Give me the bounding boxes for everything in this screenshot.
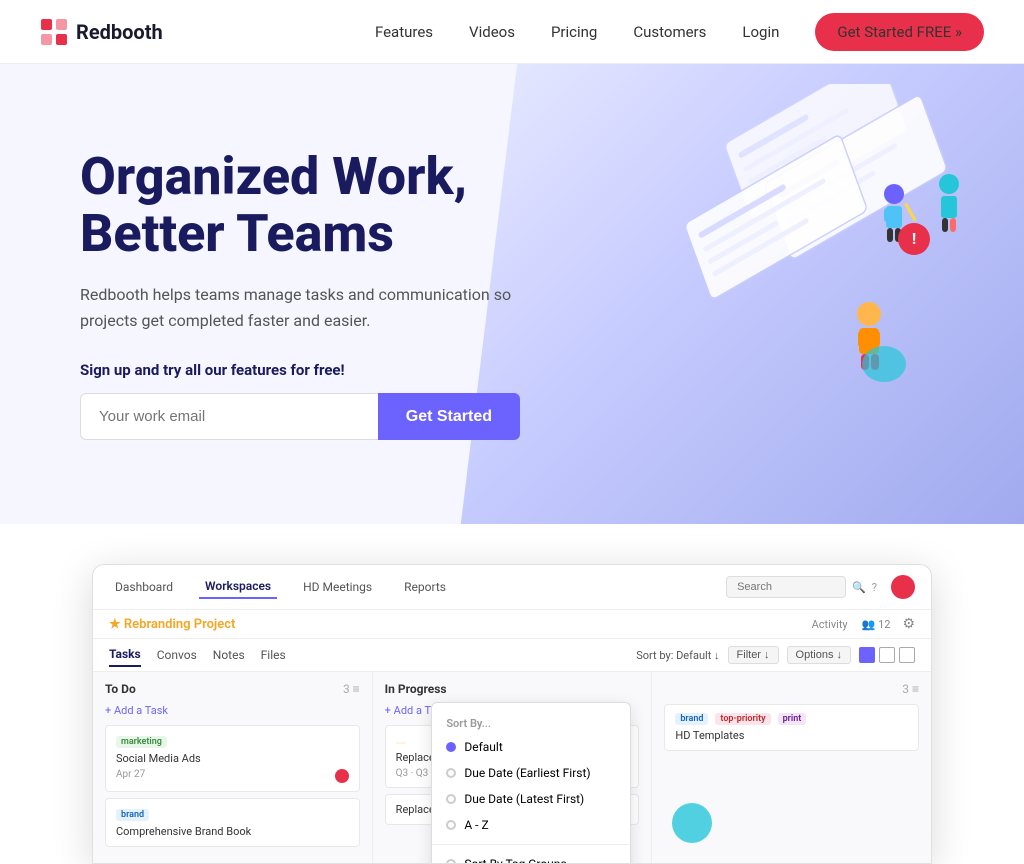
project-subbar: ★ Rebranding Project Activity 👥 12 ⚙ — [93, 610, 931, 639]
sort-filter-bar: Sort by: Default ↓ Filter ↓ Options ↓ — [636, 646, 915, 664]
hero-title: Organized Work, Better Teams — [80, 148, 540, 262]
hero-signup-label: Sign up and try all our features for fre… — [80, 361, 540, 379]
svg-text:!: ! — [912, 229, 916, 248]
nav-login[interactable]: Login — [742, 23, 779, 41]
task-columns: To Do 3 ≡ + Add a Task marketing Social … — [93, 672, 931, 863]
task-hd-templates[interactable]: brand top-priority print HD Templates — [664, 704, 919, 751]
tag-top-priority: top-priority — [715, 713, 770, 725]
tag-orange — [396, 742, 406, 744]
radio-latest — [446, 794, 456, 804]
view-toggle — [859, 647, 915, 663]
nav-links: Features Videos Pricing Customers Login … — [375, 13, 984, 51]
app-nav-reports[interactable]: Reports — [398, 576, 452, 598]
teal-blob-decoration — [672, 803, 712, 843]
settings-icon[interactable]: ⚙ — [902, 616, 915, 632]
done-header: 3 ≡ — [664, 682, 919, 696]
tag-print: print — [778, 713, 807, 725]
dropdown-item-az[interactable]: A - Z — [432, 812, 630, 838]
app-topbar: Dashboard Workspaces HD Meetings Reports… — [93, 565, 931, 610]
todo-add-task[interactable]: + Add a Task — [105, 704, 360, 717]
sort-dropdown: Sort By... Default Due Date (Earliest Fi… — [431, 702, 631, 864]
app-screenshot: Dashboard Workspaces HD Meetings Reports… — [92, 564, 932, 864]
app-nav-dashboard[interactable]: Dashboard — [109, 576, 179, 598]
dropdown-header: Sort By... — [432, 713, 630, 734]
user-avatar[interactable] — [891, 575, 915, 599]
assignee-dot — [335, 769, 349, 783]
members-count: 👥 12 — [862, 618, 891, 631]
navbar: Redbooth Features Videos Pricing Custome… — [0, 0, 1024, 64]
radio-earliest — [446, 768, 456, 778]
task-meta: Apr 27 — [116, 769, 349, 783]
inprogress-header: In Progress — [385, 682, 640, 696]
hero-subtitle: Redbooth helps teams manage tasks and co… — [80, 282, 530, 333]
nav-features[interactable]: Features — [375, 23, 433, 41]
app-nav-workspaces[interactable]: Workspaces — [199, 575, 277, 599]
redbooth-logo-icon — [40, 18, 68, 46]
activity-label: Activity — [812, 618, 848, 631]
radio-tag-groups — [446, 859, 456, 864]
task-social-media-ads[interactable]: marketing Social Media Ads Apr 27 — [105, 725, 360, 792]
logo-text: Redbooth — [76, 20, 163, 44]
todo-column: To Do 3 ≡ + Add a Task marketing Social … — [93, 672, 373, 863]
grid-view-icon[interactable] — [859, 647, 875, 663]
app-search-input[interactable] — [726, 576, 846, 598]
nav-pricing[interactable]: Pricing — [551, 23, 597, 41]
todo-header: To Do 3 ≡ — [105, 682, 360, 696]
timeline-view-icon[interactable] — [899, 647, 915, 663]
options-button[interactable]: Options ↓ — [787, 646, 851, 664]
list-view-icon[interactable] — [879, 647, 895, 663]
dropdown-item-latest[interactable]: Due Date (Latest First) — [432, 786, 630, 812]
dropdown-divider — [432, 844, 630, 845]
filter-button[interactable]: Filter ↓ — [728, 646, 779, 664]
hero-illustration: ! — [584, 84, 1004, 504]
logo[interactable]: Redbooth — [40, 18, 163, 46]
dropdown-item-default[interactable]: Default — [432, 734, 630, 760]
dropdown-item-earliest[interactable]: Due Date (Earliest First) — [432, 760, 630, 786]
done-column: 3 ≡ brand top-priority print HD Template… — [652, 672, 931, 863]
nav-cta-button[interactable]: Get Started FREE » — [815, 13, 984, 51]
app-tabs-bar: Tasks Convos Notes Files Sort by: Defaul… — [93, 639, 931, 672]
get-started-button[interactable]: Get Started — [378, 393, 520, 440]
search-icon: 🔍 — [852, 581, 866, 594]
help-icon: ? — [872, 581, 877, 594]
nav-customers[interactable]: Customers — [633, 23, 706, 41]
tag-brand-2: brand — [675, 713, 708, 725]
hero-form: Get Started — [80, 393, 520, 440]
radio-az — [446, 820, 456, 830]
tab-tasks[interactable]: Tasks — [109, 643, 141, 667]
hero-section: ! Organized Work, Better Tea — [0, 64, 1024, 524]
radio-default — [446, 742, 456, 752]
sort-label[interactable]: Sort by: Default ↓ — [636, 649, 719, 662]
tag-marketing: marketing — [116, 736, 167, 748]
tab-notes[interactable]: Notes — [213, 644, 245, 666]
hero-content: Organized Work, Better Teams Redbooth he… — [0, 88, 600, 501]
tag-brand: brand — [116, 809, 149, 821]
tab-convos[interactable]: Convos — [157, 644, 197, 666]
inprogress-column: In Progress + Add a Task Replace Existin… — [373, 672, 653, 863]
nav-videos[interactable]: Videos — [469, 23, 515, 41]
email-input[interactable] — [80, 393, 378, 440]
task-brand-book[interactable]: brand Comprehensive Brand Book — [105, 798, 360, 847]
dropdown-item-tag-groups[interactable]: Sort By Tag Groups — [432, 851, 630, 864]
tab-files[interactable]: Files — [261, 644, 286, 666]
screenshot-section: Dashboard Workspaces HD Meetings Reports… — [0, 524, 1024, 864]
project-name: ★ Rebranding Project — [109, 617, 235, 632]
app-nav-hdmeetings[interactable]: HD Meetings — [297, 576, 378, 598]
